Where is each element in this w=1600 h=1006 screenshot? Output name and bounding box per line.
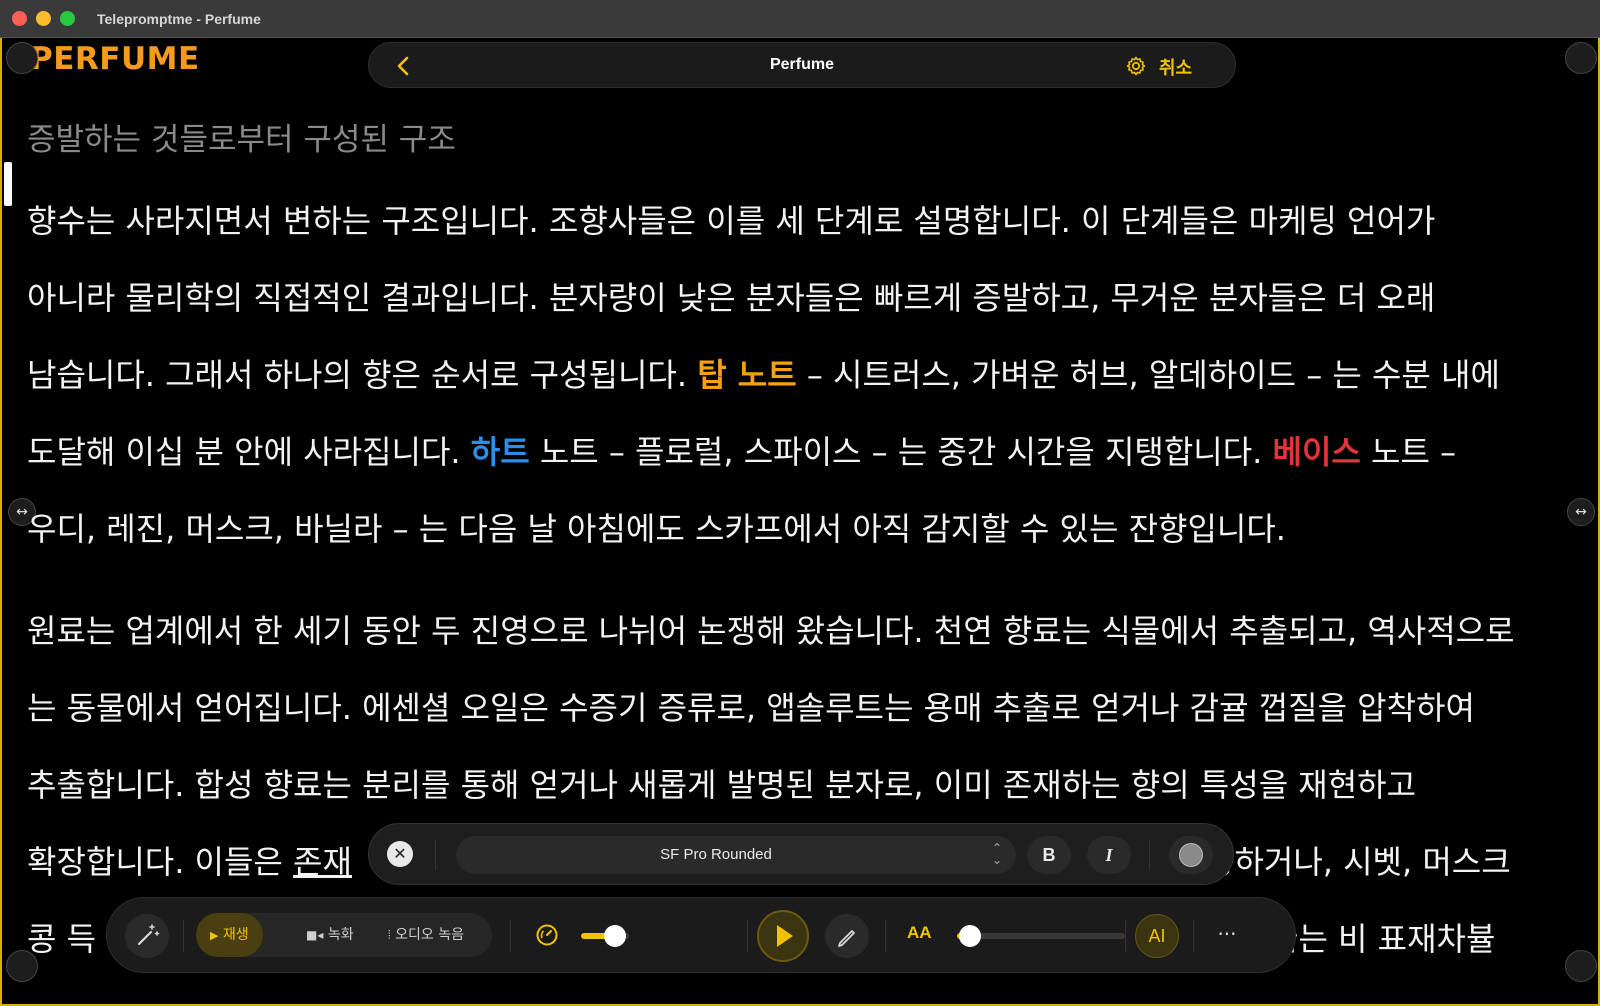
script-text-span: 노트 – xyxy=(1360,433,1457,471)
mode-selector: ▶ 재생 ■◂ 녹화 ⦙ 오디오 녹음 xyxy=(196,913,492,957)
underlined-text: 존재 xyxy=(293,843,352,881)
script-text-span: 굶는 비 표재차뷸 xyxy=(1269,920,1496,958)
script-line: 우디, 레진, 머스크, 바닐라 – 는 다음 날 아침에도 스카프에서 아직 … xyxy=(27,510,1286,548)
ellipsis-icon: ··· xyxy=(1217,922,1237,946)
section-heading: 증발하는 것들로부터 구성된 구조 xyxy=(27,122,456,158)
text-color-button[interactable] xyxy=(1169,836,1213,874)
control-bar: ▶ 재생 ■◂ 녹화 ⦙ 오디오 녹음 AA AI ··· xyxy=(106,897,1296,973)
mode-record-video-button[interactable]: ■◂ 녹화 xyxy=(292,913,368,957)
play-icon: ▶ xyxy=(210,929,219,942)
magic-wand-button[interactable] xyxy=(125,914,169,958)
zoom-window-button[interactable] xyxy=(60,11,75,26)
more-options-button[interactable]: ··· xyxy=(1205,914,1249,958)
scroll-position-indicator[interactable] xyxy=(4,162,12,206)
script-text-span: 확장합니다. 이들은 xyxy=(27,843,294,881)
app-logo: PERFUME xyxy=(30,41,200,77)
script-text-span: 남습니다. 그래서 하나의 향은 순서로 구성됩니다. xyxy=(27,356,698,394)
script-text-span: 방하거나, 시벳, 머스크 xyxy=(1205,843,1511,881)
mode-label: 재생 xyxy=(222,927,249,943)
close-icon: ✕ xyxy=(393,844,407,863)
font-family-value: SF Pro Rounded xyxy=(660,846,772,863)
play-button[interactable] xyxy=(757,910,809,962)
window-titlebar: Telepromptme - Perfume xyxy=(0,0,1600,38)
script-line: 추출합니다. 합성 향료는 분리를 통해 얻거나 새롭게 발명된 분자로, 이미… xyxy=(27,766,1417,804)
play-icon xyxy=(777,925,793,947)
resize-handle-top-right[interactable] xyxy=(1565,42,1597,74)
text-cursor-icon: AI xyxy=(1148,926,1166,946)
minimize-window-button[interactable] xyxy=(36,11,51,26)
chevron-up-down-icon: ⌃ ⌄ xyxy=(991,841,1002,867)
speed-gauge-icon xyxy=(535,923,559,951)
teleprompter-stage: PERFUME Perfume 취소 ↔ ↔ 증발하는 것들로부터 구성된 구조… xyxy=(0,38,1600,1006)
video-camera-icon: ■◂ xyxy=(306,928,324,942)
script-line: 남습니다. 그래서 하나의 향은 순서로 구성됩니다. 탑 노트 – 시트러스,… xyxy=(27,337,1577,414)
gear-icon xyxy=(1126,56,1146,76)
window-controls xyxy=(12,11,75,26)
document-title: Perfume xyxy=(769,56,835,73)
script-text-span: – 시트러스, 가벼운 허브, 알데하이드 – 는 수분 내에 xyxy=(796,356,1500,394)
cancel-button[interactable]: 취소 xyxy=(1159,54,1192,80)
slider-knob[interactable] xyxy=(603,925,626,947)
top-nav-bar: Perfume 취소 xyxy=(368,42,1236,88)
text-size-slider[interactable] xyxy=(957,925,1125,947)
waveform-icon: ⦙ xyxy=(388,928,391,942)
script-line: 도달해 이십 분 안에 사라집니다. 하트 노트 – 플로럴, 스파이스 – 는… xyxy=(27,414,1577,491)
close-window-button[interactable] xyxy=(12,11,27,26)
script-text-span: 콩 득 xyxy=(27,920,97,958)
scroll-speed-slider[interactable] xyxy=(581,925,629,947)
heart-note-highlight: 하트 xyxy=(470,433,530,471)
window-title: Telepromptme - Perfume xyxy=(97,10,261,27)
magic-wand-icon xyxy=(137,924,160,946)
mode-label: 녹화 xyxy=(327,927,354,943)
script-line: 원료는 업계에서 한 세기 동안 두 진영으로 나뉘어 논쟁해 왔습니다. 천연… xyxy=(27,612,1515,650)
text-size-icon: AA xyxy=(907,923,932,942)
script-line: 향수는 사라지면서 변하는 구조입니다. 조향사들은 이를 세 단계로 설명합니… xyxy=(27,202,1436,240)
base-note-highlight: 베이스 xyxy=(1272,433,1361,471)
bold-button[interactable]: B xyxy=(1027,836,1071,874)
resize-handle-top-left[interactable] xyxy=(6,42,38,74)
script-line: 는 동물에서 얻어집니다. 에센셜 오일은 수증기 증류로, 앱솔루트는 용매 … xyxy=(27,689,1475,727)
script-text-span: 도달해 이십 분 안에 사라집니다. xyxy=(27,433,471,471)
font-toolbar: ✕ SF Pro Rounded ⌃ ⌄ B I xyxy=(368,823,1234,885)
text-style-button[interactable]: AI xyxy=(1135,914,1179,958)
script-text-span: 노트 – 플로럴, 스파이스 – 는 중간 시간을 지탱합니다. xyxy=(529,433,1273,471)
edit-button[interactable] xyxy=(825,914,869,958)
mode-play-button[interactable]: ▶ 재생 xyxy=(196,913,263,957)
top-note-highlight: 탑 노트 xyxy=(697,356,797,394)
italic-button[interactable]: I xyxy=(1087,836,1131,874)
font-family-select[interactable]: SF Pro Rounded ⌃ ⌄ xyxy=(456,836,1016,874)
close-font-toolbar-button[interactable]: ✕ xyxy=(387,841,413,867)
mode-record-audio-button[interactable]: ⦙ 오디오 녹음 xyxy=(374,913,478,957)
color-swatch xyxy=(1179,843,1203,867)
script-line: 아니라 물리학의 직접적인 결과입니다. 분자량이 낮은 분자들은 빠르게 증발… xyxy=(27,279,1436,317)
pencil-icon xyxy=(838,930,855,947)
mode-label: 오디오 녹음 xyxy=(395,927,465,943)
settings-button[interactable] xyxy=(1124,54,1148,78)
slider-knob[interactable] xyxy=(959,925,982,947)
